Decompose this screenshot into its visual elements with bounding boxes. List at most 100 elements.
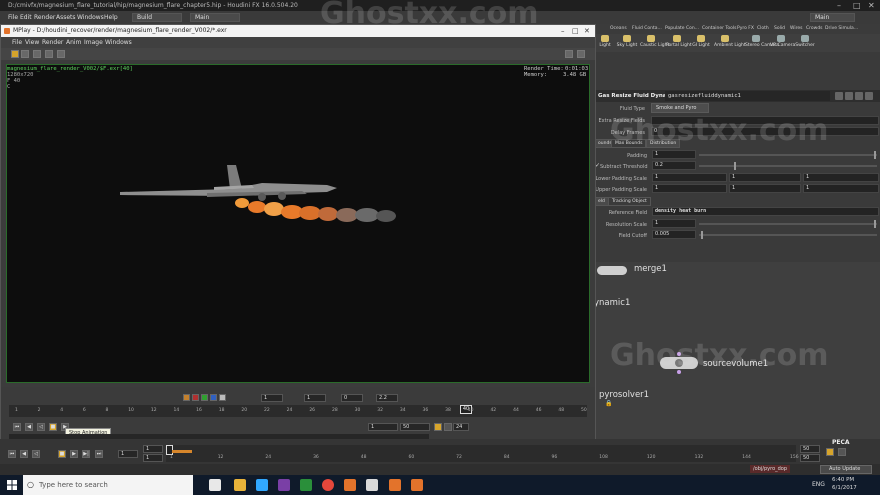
shelf-tab-solid[interactable]: Solid	[774, 24, 785, 34]
mplay-menu-view[interactable]: View	[25, 37, 39, 48]
field-cutoff-input[interactable]: 0.005	[652, 230, 696, 239]
offset-field[interactable]: 0	[341, 394, 363, 402]
subtract-threshold-input[interactable]: 0.2	[652, 161, 696, 170]
tab-max-bounds[interactable]: Max Bounds	[611, 139, 647, 148]
tool-vr-camera[interactable]: VR Camera	[770, 35, 795, 51]
desktop-selector[interactable]: Build	[132, 13, 182, 22]
menu-file[interactable]: File	[8, 11, 18, 24]
shelf-tab-populate-containers[interactable]: Populate Con...	[665, 24, 699, 34]
sourcevolume-node[interactable]	[660, 357, 698, 369]
padding-slider[interactable]	[699, 151, 877, 159]
play-reverse-button[interactable]: ◁	[37, 423, 45, 431]
stop-button[interactable]: ■	[49, 423, 57, 431]
minimize-icon[interactable]: –	[837, 0, 841, 11]
auto-update-button[interactable]: Auto Update	[820, 465, 872, 474]
realtime-toggle[interactable]	[434, 423, 442, 431]
main-start-field[interactable]: 1	[143, 445, 163, 453]
shelf-tab-wires[interactable]: Wires	[790, 24, 802, 34]
field-cutoff-knob[interactable]	[701, 231, 703, 239]
main-realtime-toggle[interactable]	[826, 448, 834, 456]
info-icon[interactable]	[865, 92, 873, 100]
main-jump-end-button[interactable]: ⏭	[95, 450, 103, 458]
mplay-menu-file[interactable]: File	[12, 37, 22, 48]
gamma-field[interactable]: 1	[304, 394, 326, 402]
padding-slider-knob[interactable]	[874, 151, 876, 159]
tab-tracking-object[interactable]: Tracking Object	[608, 197, 651, 206]
main-play-button[interactable]: ▶	[70, 450, 78, 458]
mplay-menu-render[interactable]: Render	[42, 37, 63, 48]
input-connector[interactable]	[677, 352, 681, 356]
fps-field[interactable]: 24	[453, 423, 469, 431]
color-r-channel[interactable]	[192, 394, 199, 401]
main-end-field[interactable]: 50	[800, 445, 820, 453]
subtract-threshold-knob[interactable]	[734, 162, 736, 170]
maximize-icon[interactable]: □	[853, 0, 861, 11]
menu-edit[interactable]: Edit	[20, 11, 32, 24]
tool-ambient-light[interactable]: Ambient Light	[714, 35, 746, 51]
mplay-timeline[interactable]	[9, 405, 587, 417]
menu-help[interactable]: Help	[104, 11, 118, 24]
main-jump-start-button[interactable]: ⏮	[8, 450, 16, 458]
file-explorer-icon[interactable]	[234, 479, 246, 491]
loop-toggle[interactable]	[444, 423, 452, 431]
mplay-close-icon[interactable]: ✕	[584, 25, 590, 37]
lock-icon[interactable]	[855, 92, 863, 100]
range-end-field[interactable]: 50	[400, 423, 430, 431]
fullscreen-icon[interactable]	[565, 50, 573, 58]
open-icon[interactable]	[21, 50, 29, 58]
merge-node[interactable]	[597, 266, 627, 275]
extra-resize-fields-input[interactable]	[651, 116, 879, 125]
color-g-channel[interactable]	[201, 394, 208, 401]
subtract-threshold-slider[interactable]	[699, 162, 877, 170]
taskbar-search[interactable]: ○ Type here to search	[23, 475, 193, 495]
shelf-tab-pyro-fx[interactable]: Pyro FX	[737, 24, 754, 34]
mplay-menu-anim[interactable]: Anim	[66, 37, 81, 48]
chrome-icon[interactable]	[322, 479, 334, 491]
compare-icon[interactable]	[57, 50, 65, 58]
upper-padding-y[interactable]: 1	[729, 184, 801, 193]
shelf-tab-drive-simulation[interactable]: Drive Simula...	[825, 24, 858, 34]
step-back-button[interactable]: ◀	[25, 423, 33, 431]
tool-light[interactable]: Light	[594, 35, 616, 51]
channel-icon[interactable]	[45, 50, 53, 58]
task-view-icon[interactable]	[209, 479, 221, 491]
pane-options-icon[interactable]	[577, 50, 585, 58]
app-gray-icon[interactable]	[366, 479, 378, 491]
tool-stereo-camera[interactable]: Stereo Camera	[745, 35, 779, 51]
tool-portal-light[interactable]: Portal Light	[666, 35, 692, 51]
lower-padding-x[interactable]: 1	[652, 173, 727, 182]
premiere-icon[interactable]	[278, 479, 290, 491]
mplay-menu-image[interactable]: Image	[84, 37, 103, 48]
tool-gi-light[interactable]: GI Light	[690, 35, 712, 51]
output-connector[interactable]	[677, 370, 681, 374]
mplay-menu-windows[interactable]: Windows	[105, 37, 132, 48]
tab-field[interactable]: eld	[594, 197, 609, 206]
field-cutoff-slider[interactable]	[699, 231, 877, 239]
resolution-scale-slider[interactable]	[699, 220, 877, 228]
close-icon[interactable]: ✕	[868, 0, 875, 11]
range-start-field[interactable]: 1	[368, 423, 398, 431]
color-red-swatch[interactable]	[183, 394, 190, 401]
display-options-icon[interactable]	[33, 50, 41, 58]
windows-start-icon[interactable]	[7, 480, 17, 490]
reference-field-input[interactable]: density heat burn	[652, 207, 879, 216]
main-play-reverse-button[interactable]: ◁	[32, 450, 40, 458]
shelf-tab-cloth[interactable]: Cloth	[757, 24, 769, 34]
fluid-type-dropdown[interactable]: Smoke and Pyro	[651, 103, 709, 113]
mplay-taskbar-icon[interactable]	[411, 479, 423, 491]
tab-distribution[interactable]: Distribution	[646, 139, 681, 148]
delay-frames-input[interactable]: 0	[651, 127, 879, 136]
resolution-scale-knob[interactable]	[874, 220, 876, 228]
gamma-correction-field[interactable]: 2.2	[376, 394, 398, 402]
padding-input[interactable]: 1	[652, 150, 696, 159]
exposure-field[interactable]: 1	[261, 394, 283, 402]
clock-date[interactable]: 6/1/2017	[832, 485, 857, 491]
mplay-minimize-icon[interactable]: –	[561, 25, 565, 37]
main-step-back-button[interactable]: ◀	[20, 450, 28, 458]
node-name-field[interactable]: gasresizefluiddynamic1	[665, 91, 830, 101]
shelf-tab-crowds[interactable]: Crowds	[806, 24, 823, 34]
upper-padding-x[interactable]: 1	[652, 184, 727, 193]
color-b-channel[interactable]	[210, 394, 217, 401]
shelf-tab-fluid-containers[interactable]: Fluid Conta...	[632, 24, 662, 34]
tool-caustic-light[interactable]: Caustic Light	[640, 35, 669, 51]
